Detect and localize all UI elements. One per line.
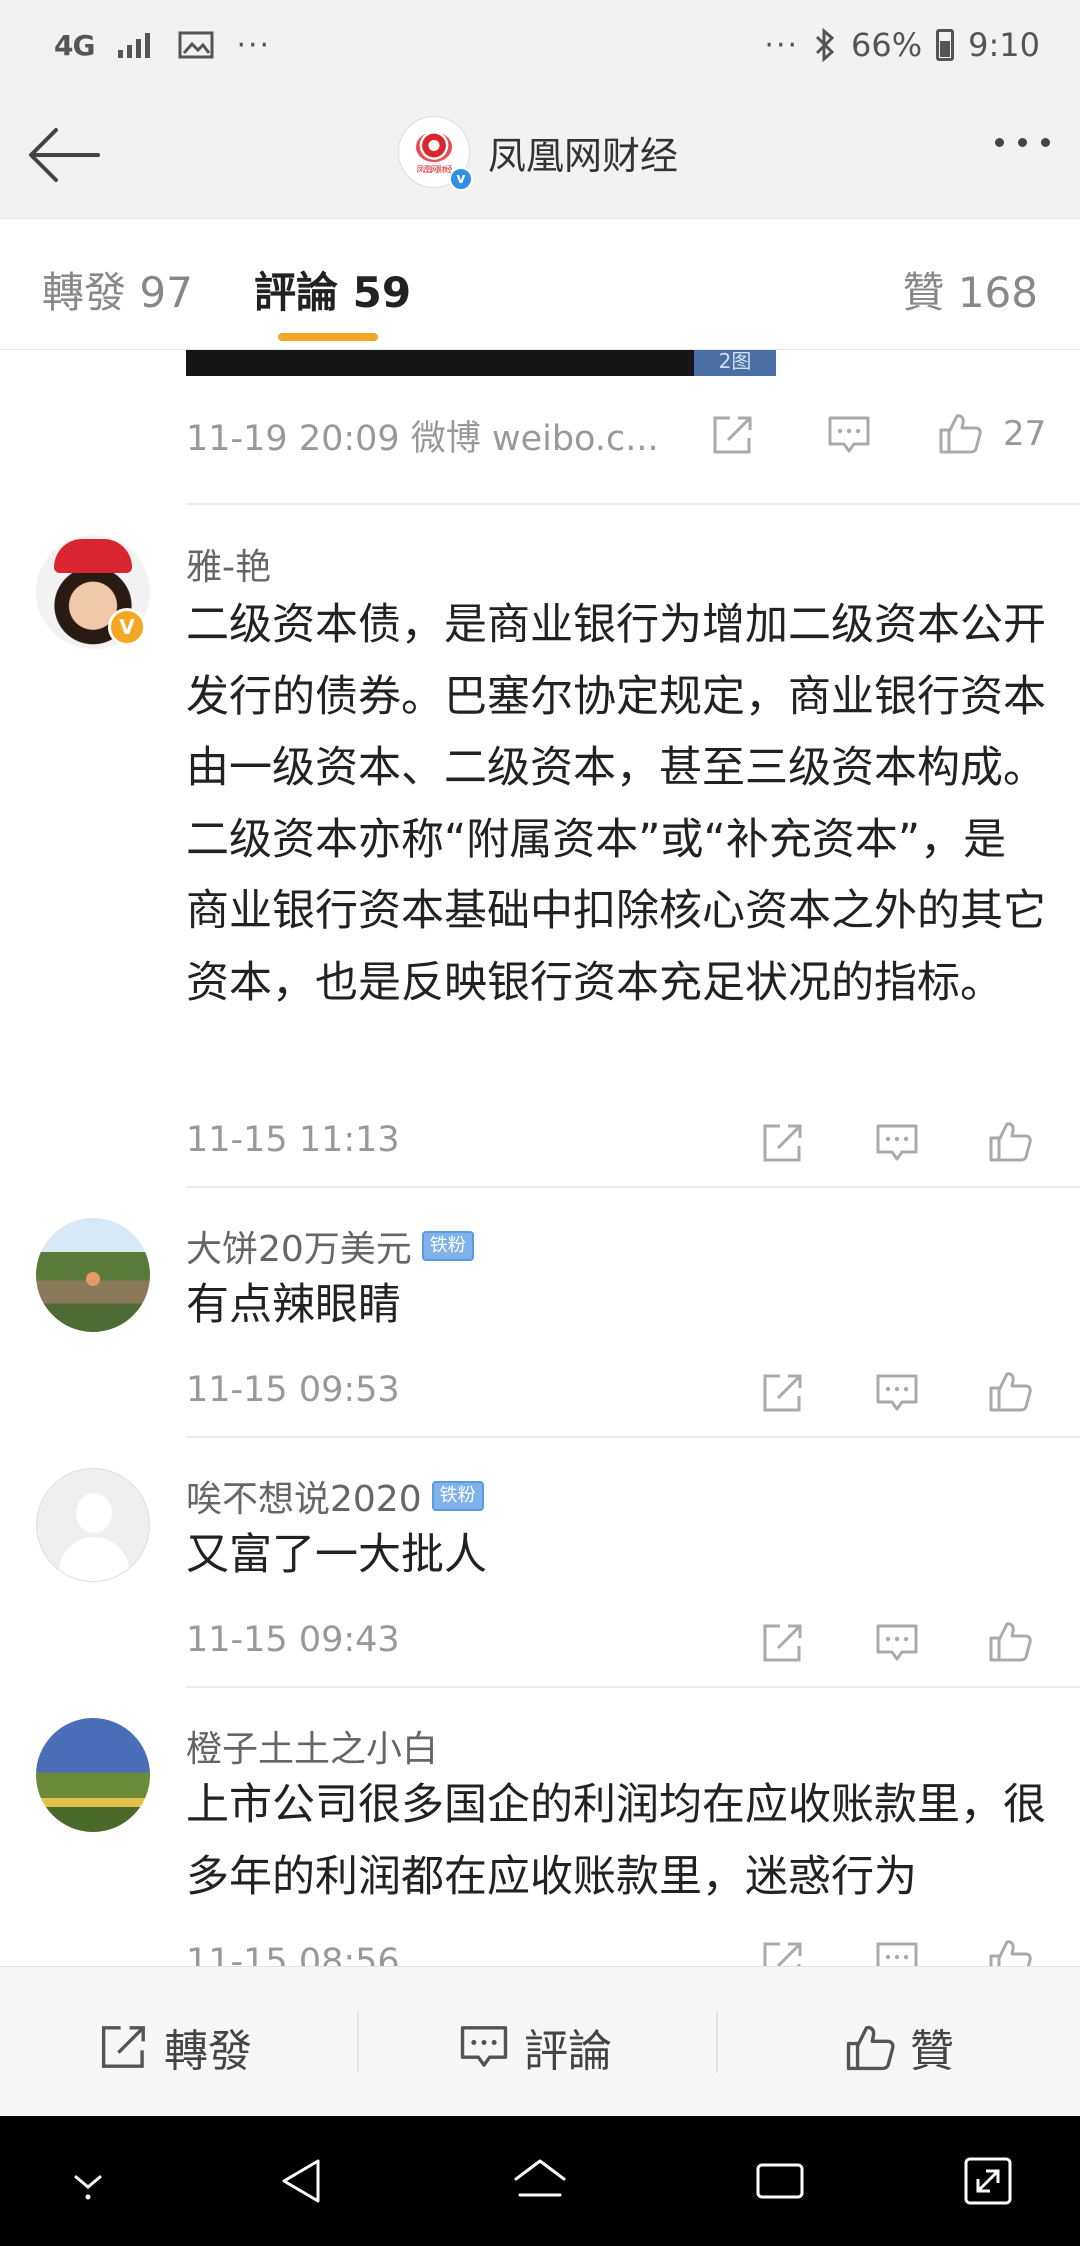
battery-percent: 66% xyxy=(851,26,923,64)
comment-icon[interactable] xyxy=(874,1620,920,1666)
username-text[interactable]: 橙子土土之小白 xyxy=(186,1720,438,1772)
tab-comment[interactable]: 評論 59 xyxy=(254,259,411,320)
username-text[interactable]: 雅-艳 xyxy=(186,538,271,590)
like-label: 贊 xyxy=(910,2026,954,2077)
comment-feed[interactable]: 2图 11-19 20:09 微博 weibo.c... 27 V 雅-艳 二级… xyxy=(0,350,1080,1966)
divider xyxy=(186,1186,1080,1188)
phoenix-logo-icon xyxy=(416,132,452,162)
repost-icon[interactable] xyxy=(760,1120,806,1166)
back-arrow-icon[interactable] xyxy=(26,120,106,190)
post-meta: 11-19 20:09 微博 weibo.c... xyxy=(186,419,659,459)
post-image[interactable]: 2图 xyxy=(186,350,776,376)
repost-icon[interactable] xyxy=(760,1370,806,1416)
expand-icon[interactable] xyxy=(958,2151,1018,2211)
comment-text: 有点辣眼睛 xyxy=(186,1280,401,1330)
post-like-count: 27 xyxy=(1003,414,1047,454)
like-thumb-icon xyxy=(846,2025,895,2071)
status-left: 4G ··· xyxy=(54,28,271,63)
header: 凤凰网财经 v 凤凰网财经 xyxy=(0,90,1080,218)
comment-icon[interactable] xyxy=(826,412,872,458)
repost-button[interactable]: 轉發 xyxy=(98,2015,252,2079)
separator xyxy=(357,2011,359,2073)
comment-icon[interactable] xyxy=(874,1120,920,1166)
comment-time: 11-15 09:43 xyxy=(186,1620,400,1660)
like-thumb-icon[interactable] xyxy=(987,1118,1033,1164)
comment-text: 二级资本债，是商业银行为增加二级资本公开发行的债券。巴塞尔协定规定，商业银行资本… xyxy=(186,600,1046,1008)
like-thumb-icon[interactable] xyxy=(987,1618,1033,1664)
verified-badge-icon: V xyxy=(108,608,146,646)
repost-icon[interactable] xyxy=(760,1938,806,1966)
comment-text: 又富了一大批人 xyxy=(186,1530,487,1580)
tab-repost[interactable]: 轉發 97 xyxy=(42,259,193,320)
avatar[interactable] xyxy=(36,1718,150,1832)
tab-like[interactable]: 贊 168 xyxy=(902,259,1038,320)
clock: 9:10 xyxy=(968,26,1040,64)
account-avatar[interactable]: 凤凰网财经 v xyxy=(398,116,473,191)
signal-icon xyxy=(118,33,151,58)
status-bar: 4G ··· ··· 66% 9:10 xyxy=(0,0,1080,90)
image-notification-icon xyxy=(178,31,214,59)
comment-username[interactable]: 大饼20万美元 铁粉 xyxy=(186,1220,474,1272)
comment-username[interactable]: 橙子土土之小白 xyxy=(186,1720,438,1772)
active-tab-indicator xyxy=(278,333,378,341)
username-text[interactable]: 唉不想说2020 xyxy=(186,1470,422,1522)
comment-icon[interactable] xyxy=(874,1938,920,1966)
system-nav-bar xyxy=(0,2116,1080,2246)
fan-badge: 铁粉 xyxy=(431,1481,484,1511)
divider xyxy=(186,1686,1080,1688)
comment-username[interactable]: 雅-艳 xyxy=(186,538,271,590)
like-thumb-icon[interactable] xyxy=(987,1368,1033,1414)
repost-icon[interactable] xyxy=(760,1620,806,1666)
bluetooth-icon xyxy=(815,28,835,62)
comment-time: 11-15 08:56 xyxy=(186,1942,400,1966)
separator xyxy=(716,2011,718,2073)
repost-icon[interactable] xyxy=(710,412,756,458)
like-thumb-icon[interactable] xyxy=(937,410,983,456)
comment-label: 評論 xyxy=(524,2026,612,2077)
battery-icon xyxy=(936,29,955,61)
divider xyxy=(186,503,1080,505)
comment-time: 11-15 11:13 xyxy=(186,1120,400,1160)
repost-icon xyxy=(101,2026,145,2068)
image-count-badge: 2图 xyxy=(694,350,776,376)
comment-icon xyxy=(460,2026,508,2067)
repost-label: 轉發 xyxy=(164,2026,252,2077)
verified-badge-icon: v xyxy=(449,167,473,191)
nav-back-icon[interactable] xyxy=(272,2151,332,2211)
hide-keyboard-icon[interactable] xyxy=(58,2151,118,2211)
comment-time: 11-15 09:53 xyxy=(186,1370,400,1410)
comment-icon[interactable] xyxy=(874,1370,920,1416)
like-button[interactable]: 贊 xyxy=(844,2015,954,2079)
account-header[interactable]: 凤凰网财经 v 凤凰网财经 xyxy=(398,116,678,191)
more-notifications: ··· xyxy=(236,27,272,63)
like-thumb-icon[interactable] xyxy=(987,1936,1033,1966)
comment-username[interactable]: 唉不想说2020 铁粉 xyxy=(186,1470,484,1522)
account-name[interactable]: 凤凰网财经 xyxy=(488,125,678,180)
nav-home-icon[interactable] xyxy=(510,2151,570,2211)
status-right: ··· 66% 9:10 xyxy=(764,26,1040,64)
username-text[interactable]: 大饼20万美元 xyxy=(186,1220,412,1272)
comment-button[interactable]: 評論 xyxy=(458,2015,612,2079)
network-type: 4G xyxy=(54,28,95,62)
comment-text: 上市公司很多国企的利润均在应收账款里，很多年的利润都在应收账款里，迷惑行为 xyxy=(186,1780,1046,1902)
nav-recents-icon[interactable] xyxy=(750,2151,810,2211)
bottom-action-bar: 轉發 評論 贊 xyxy=(0,1966,1080,2116)
more-options-icon[interactable] xyxy=(995,138,1050,147)
fan-badge: 铁粉 xyxy=(421,1231,474,1261)
avatar[interactable] xyxy=(36,1218,150,1332)
divider xyxy=(186,1436,1080,1438)
more-status: ··· xyxy=(764,27,800,63)
tab-bar: 轉發 97 評論 59 贊 168 xyxy=(0,218,1080,350)
avatar[interactable] xyxy=(36,1468,150,1582)
